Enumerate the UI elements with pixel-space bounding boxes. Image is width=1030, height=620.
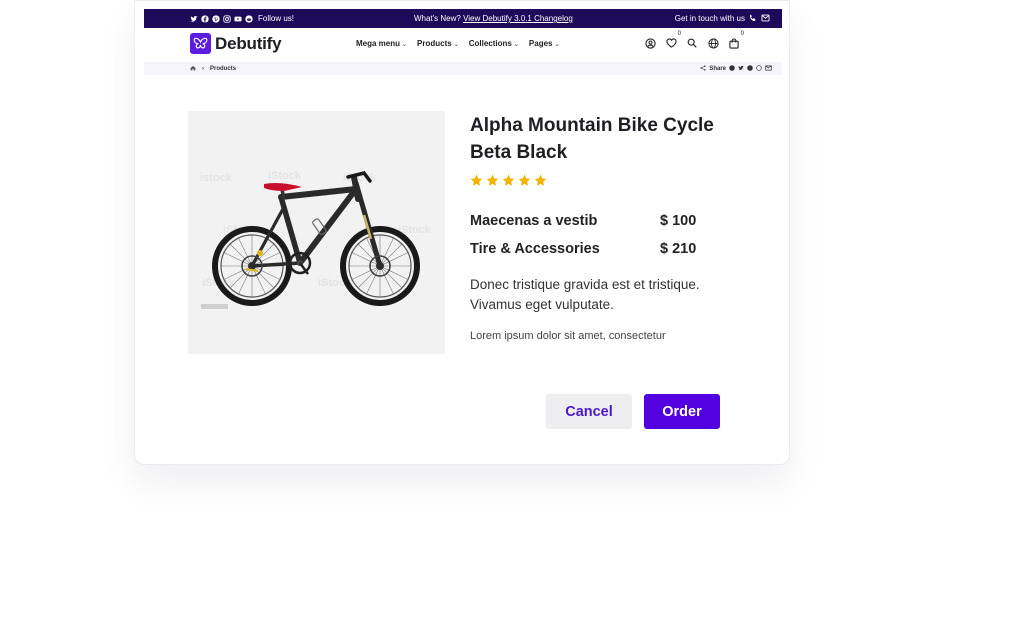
globe-icon[interactable] — [707, 37, 719, 49]
nav-item-mega-menu[interactable]: Mega menu ⌄ — [356, 39, 407, 48]
share-email-icon[interactable] — [765, 65, 772, 73]
changelog-link[interactable]: View Debutify 3.0.1 Changelog — [463, 14, 573, 23]
youtube-icon[interactable] — [234, 15, 242, 23]
breadcrumb-current: Products — [210, 65, 237, 72]
nav-item-collections[interactable]: Collections ⌄ — [469, 39, 519, 48]
site-header: Debutify Mega menu ⌄ Products ⌄ Collection… — [144, 28, 782, 61]
price-item-name: Tire & Accessories — [470, 241, 600, 257]
contact-section: Get in touch with us — [675, 14, 770, 24]
phone-icon[interactable] — [749, 14, 757, 24]
share-label: Share — [709, 65, 726, 72]
product-note: Lorem ipsum dolor sit amet, consectetur — [470, 330, 666, 342]
breadcrumb-separator-icon: › — [202, 65, 204, 72]
price-row: Maecenas a vestib $ 100 — [470, 213, 696, 229]
cancel-button[interactable]: Cancel — [546, 394, 632, 429]
rating-stars — [470, 174, 547, 187]
nav-label: Pages — [528, 39, 553, 48]
nav-label: Collections — [468, 39, 512, 48]
breadcrumb: › Products Share — [144, 62, 782, 75]
star-icon — [502, 174, 515, 186]
brand-logo[interactable]: Debutify — [190, 33, 282, 54]
star-icon — [486, 174, 499, 186]
social-links: Follow us! — [190, 14, 294, 23]
account-icon[interactable] — [644, 37, 656, 49]
announcement-news: What's New? View Debutify 3.0.1 Changelo… — [414, 14, 573, 23]
price-item-name: Maecenas a vestib — [470, 213, 598, 229]
share-whatsapp-icon[interactable] — [756, 64, 762, 73]
share-facebook-icon[interactable] — [729, 64, 735, 73]
wishlist-icon[interactable]: 0 — [665, 31, 681, 49]
news-label: What's New? — [413, 14, 461, 23]
product-description: Donec tristique gravida est et tristique… — [470, 277, 700, 312]
nav-item-pages[interactable]: Pages ⌄ — [529, 39, 560, 48]
share-pinterest-icon[interactable] — [747, 64, 753, 73]
price-row: Tire & Accessories $ 210 — [470, 241, 696, 257]
price-item-value: $ 210 — [660, 241, 697, 257]
mountain-bike-illustration: istock iStock iStock iStock iStock iStoc… — [200, 170, 432, 309]
chevron-down-icon: ⌄ — [513, 42, 519, 48]
star-icon — [534, 174, 547, 186]
main-nav: Mega menu ⌄ Products ⌄ Collections ⌄ Pages ⌄ — [356, 39, 560, 48]
announcement-bar: Follow us! What's New? View Debutify 3.0… — [144, 9, 782, 28]
order-button[interactable]: Order — [644, 394, 720, 429]
twitter-icon[interactable] — [190, 15, 198, 23]
star-icon — [470, 174, 483, 186]
cart-icon[interactable]: 0 — [728, 31, 744, 49]
pinterest-icon[interactable] — [212, 14, 220, 23]
price-item-value: $ 100 — [660, 213, 697, 229]
search-icon[interactable] — [686, 37, 698, 49]
chevron-down-icon: ⌄ — [402, 42, 408, 48]
header-actions: 0 0 — [644, 31, 744, 49]
instagram-icon[interactable] — [223, 14, 231, 23]
reddit-icon[interactable] — [245, 14, 253, 23]
cart-count: 0 — [740, 31, 744, 37]
breadcrumb-trail: › Products — [190, 65, 236, 73]
mail-icon[interactable] — [761, 14, 770, 24]
follow-us-label: Follow us! — [258, 14, 295, 23]
chevron-down-icon: ⌄ — [453, 42, 459, 48]
wishlist-count: 0 — [677, 31, 681, 37]
chevron-down-icon: ⌄ — [554, 42, 560, 48]
product-image[interactable]: istock iStock iStock iStock iStock iStoc… — [188, 111, 445, 354]
share-icon — [700, 64, 706, 73]
home-icon[interactable] — [190, 65, 196, 73]
star-icon — [518, 174, 531, 186]
svg-text:istock: istock — [200, 172, 233, 184]
product-title: Alpha Mountain Bike Cycle Beta Black — [470, 115, 714, 163]
brand-name: Debutify — [215, 33, 282, 53]
share-twitter-icon[interactable] — [738, 65, 744, 73]
nav-item-products[interactable]: Products ⌄ — [417, 39, 459, 48]
butterfly-logo-icon — [190, 33, 211, 54]
facebook-icon[interactable] — [201, 14, 209, 23]
nav-label: Products — [417, 39, 452, 48]
nav-label: Mega menu — [356, 39, 401, 48]
contact-label[interactable]: Get in touch with us — [675, 14, 745, 23]
share-links: Share — [700, 64, 772, 73]
svg-text:iStock: iStock — [268, 170, 302, 182]
